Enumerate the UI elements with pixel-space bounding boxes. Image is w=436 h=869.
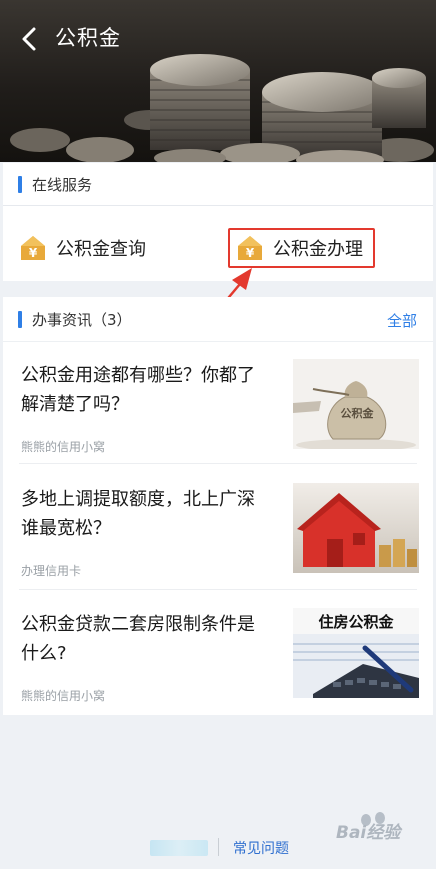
red-house-image [293,483,419,573]
news-thumbnail [293,483,419,573]
news-thumbnail: 住房公积金 [293,608,419,698]
footer-divider [218,838,219,856]
money-bag-image: 公积金 [293,359,419,449]
footer-blurred-link [150,840,208,856]
news-item-source: 办理信用卡 [21,564,82,578]
housing-fund-calculator-image: 住房公积金 [293,608,419,698]
news-header: 办事资讯（3） 全部 [3,297,433,342]
section-accent-bar [18,311,22,328]
news-item[interactable]: 公积金用途都有哪些？你都了解清楚了吗？ 熊熊的信用小窝 公积金 [19,359,419,469]
news-item-source: 熊熊的信用小窝 [21,689,106,703]
baidu-jingyan-watermark: Bai经验 [318,808,432,860]
watermark-text: Bai经验 [336,823,401,843]
news-item-title: 公积金用途都有哪些？你都了解清楚了吗？ [21,365,255,415]
news-title-heading: 办事资讯（3） [32,311,132,329]
news-item-title: 多地上调提取额度，北上广深谁最宽松？ [21,489,255,539]
news-thumbnail: 公积金 [293,359,419,449]
news-item-title: 公积金贷款二套房限制条件是什么? [21,614,255,664]
news-item[interactable]: 公积金贷款二套房限制条件是什么? 熊熊的信用小窝 住房公积金 [19,608,419,718]
divider [19,463,417,464]
thumb-caption: 住房公积金 [318,613,394,631]
news-item-source: 熊熊的信用小窝 [21,440,106,454]
divider [19,589,417,590]
view-all-link[interactable]: 全部 [387,310,417,331]
news-card: 办事资讯（3） 全部 公积金用途都有哪些？你都了解清楚了吗？ 熊熊的信用小窝 公… [3,297,433,715]
thumb-caption: 公积金 [341,406,375,420]
news-item[interactable]: 多地上调提取额度，北上广深谁最宽松？ 办理信用卡 [19,483,419,593]
faq-link[interactable]: 常见问题 [233,838,289,858]
